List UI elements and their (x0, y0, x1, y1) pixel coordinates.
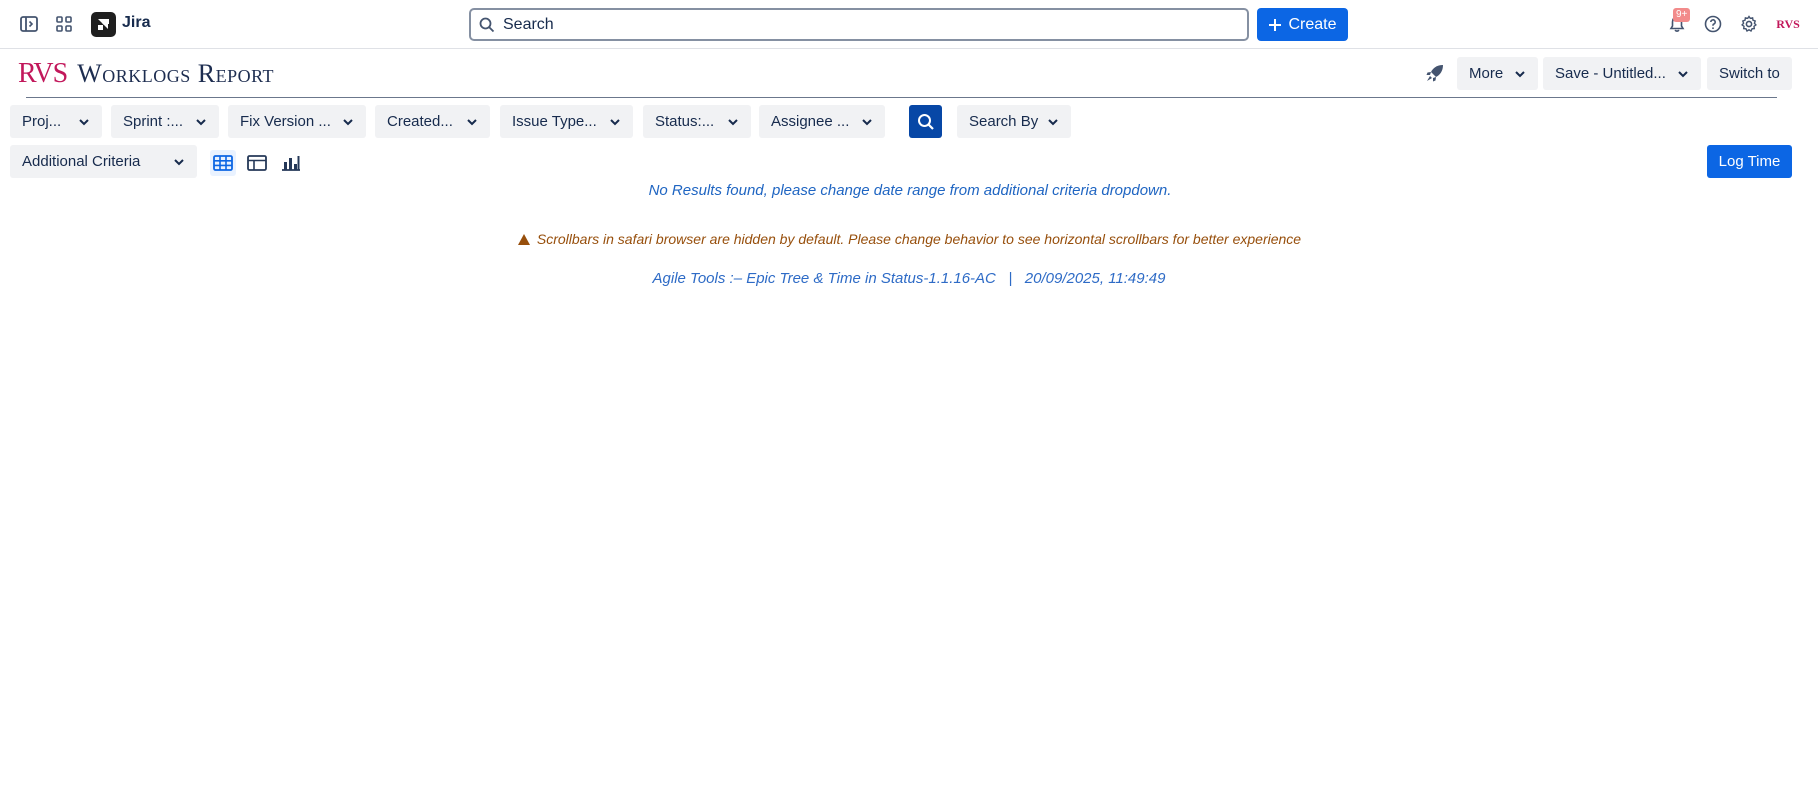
notification-badge: 9+ (1673, 8, 1691, 22)
search-input[interactable] (503, 15, 1203, 34)
filter-label: Created... (387, 113, 453, 130)
chevron-down-icon (1677, 70, 1689, 78)
report-header: RVS Worklogs Report (18, 58, 274, 90)
switch-label: Switch to (1719, 65, 1780, 82)
chevron-down-icon (466, 118, 478, 126)
chevron-down-icon (195, 118, 207, 126)
app-switcher-icon[interactable] (52, 12, 76, 36)
more-label: More (1469, 65, 1504, 82)
create-button[interactable]: Create (1257, 8, 1348, 41)
filter-label: Fix Version ... (240, 113, 331, 130)
search-icon (917, 113, 935, 131)
save-dropdown[interactable]: Save - Untitled... (1543, 57, 1701, 90)
search-icon (479, 16, 497, 34)
filter-fix-version[interactable]: Fix Version ... (228, 105, 366, 138)
chevron-down-icon (609, 118, 621, 126)
warning-icon (517, 233, 531, 246)
create-label: Create (1288, 15, 1337, 33)
rvs-logo: RVS (18, 58, 68, 89)
search-by-label: Search By (969, 113, 1039, 130)
global-search[interactable] (469, 8, 1249, 41)
search-by-dropdown[interactable]: Search By (957, 105, 1071, 138)
top-navigation: Jira Create 9+ RVS (0, 0, 1818, 49)
page-title: Worklogs Report (77, 59, 275, 88)
filter-status[interactable]: Status:... (643, 105, 751, 138)
run-search-button[interactable] (909, 105, 942, 138)
switch-to-button[interactable]: Switch to (1707, 57, 1792, 90)
avatar-text: RVS (1776, 16, 1800, 31)
additional-criteria-label: Additional Criteria (22, 153, 141, 170)
log-time-button[interactable]: Log Time (1707, 145, 1792, 178)
view-switcher (210, 146, 304, 179)
filter-label: Sprint :... (123, 113, 184, 130)
chart-view-icon[interactable] (278, 150, 304, 176)
filter-label: Issue Type... (512, 113, 597, 130)
chevron-down-icon (1047, 118, 1059, 126)
filter-label: Assignee ... (771, 113, 850, 130)
jira-logo-icon[interactable] (91, 12, 116, 37)
chevron-down-icon (1514, 70, 1526, 78)
gear-icon[interactable] (1737, 12, 1761, 36)
safari-warning: Scrollbars in safari browser are hidden … (0, 231, 1818, 247)
chevron-down-icon (78, 118, 90, 126)
help-icon[interactable] (1701, 12, 1725, 36)
chevron-down-icon (727, 118, 739, 126)
plus-icon (1268, 18, 1282, 32)
filter-created[interactable]: Created... (375, 105, 490, 138)
filter-label: Status:... (655, 113, 715, 130)
chevron-down-icon (173, 158, 185, 166)
filter-sprint[interactable]: Sprint :... (111, 105, 219, 138)
sidebar-toggle-icon[interactable] (17, 12, 41, 36)
filter-label: Proj... (22, 113, 62, 130)
safari-warning-text: Scrollbars in safari browser are hidden … (536, 231, 1302, 247)
grid-view-icon[interactable] (210, 149, 236, 176)
filter-project[interactable]: Proj... (10, 105, 102, 138)
rocket-icon[interactable] (1424, 62, 1446, 84)
no-results-message: No Results found, please change date ran… (648, 182, 1172, 199)
additional-criteria-dropdown[interactable]: Additional Criteria (10, 145, 197, 178)
header-divider (26, 97, 1777, 98)
table-view-icon[interactable] (244, 150, 270, 176)
save-label: Save - Untitled... (1555, 65, 1666, 82)
chevron-down-icon (342, 118, 354, 126)
filter-assignee[interactable]: Assignee ... (759, 105, 885, 138)
avatar[interactable]: RVS (1775, 12, 1801, 36)
app-name[interactable]: Jira (122, 14, 150, 32)
more-dropdown[interactable]: More (1457, 57, 1538, 90)
filter-issue-type[interactable]: Issue Type... (500, 105, 633, 138)
chevron-down-icon (861, 118, 873, 126)
version-footer: Agile Tools :– Epic Tree & Time in Statu… (652, 270, 1166, 287)
